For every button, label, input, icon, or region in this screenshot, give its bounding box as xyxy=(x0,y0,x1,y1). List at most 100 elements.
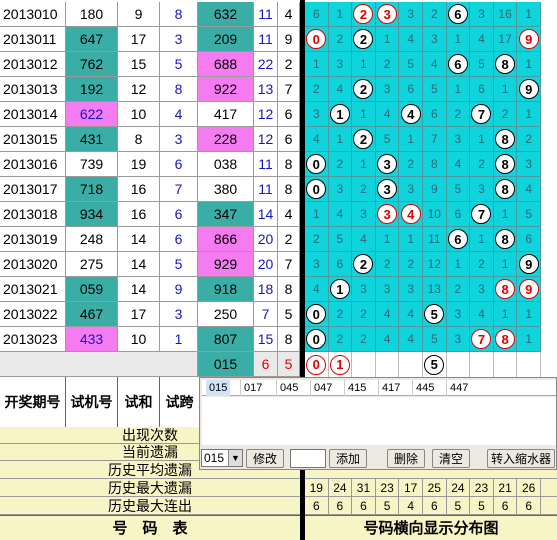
miss-count: 2 xyxy=(383,257,391,271)
combo-item[interactable]: 045 xyxy=(276,380,301,396)
trial-number-cell: 180 xyxy=(66,2,118,27)
distribution-row: 4125173182 xyxy=(305,127,557,152)
miss-count: 1 xyxy=(312,57,320,71)
distribution-cell: 1 xyxy=(517,2,541,27)
miss-count: 1 xyxy=(478,232,485,246)
distribution-cell: 1 xyxy=(375,227,400,252)
distribution-cell: 4 xyxy=(305,127,329,152)
distribution-cell: 11 xyxy=(423,227,447,252)
combo-item[interactable]: 417 xyxy=(378,380,403,396)
value-b-cell: 7 xyxy=(278,77,300,102)
trial-number-cell: 622 xyxy=(66,102,118,127)
trial-sum-cell: 15 xyxy=(118,52,160,77)
distribution-cell: 6 xyxy=(446,52,471,77)
miss-count: 3 xyxy=(430,32,438,46)
combo-item[interactable]: 447 xyxy=(446,380,471,396)
column-header: 试机号 xyxy=(66,377,118,427)
stat-value: 23 xyxy=(470,479,494,497)
distribution-cell: 4 xyxy=(517,177,541,202)
stat-value: 6 xyxy=(423,497,447,515)
miss-count: 2 xyxy=(454,107,462,121)
distribution-cell: 3 xyxy=(328,177,353,202)
combo-item[interactable]: 445 xyxy=(412,380,437,396)
distribution-cell: 2 xyxy=(399,152,423,177)
miss-count: 16 xyxy=(498,7,512,21)
transfer-button[interactable]: 转入缩水器 xyxy=(487,449,555,468)
miss-count: 1 xyxy=(407,132,415,146)
digit-ball: 2 xyxy=(353,4,374,24)
combo-item[interactable]: 017 xyxy=(240,380,265,396)
distribution-row: 0213284283 xyxy=(305,152,557,177)
distribution-cell: 2 xyxy=(423,2,447,27)
combo-list-area[interactable] xyxy=(202,397,556,445)
value-b-cell: 4 xyxy=(278,202,300,227)
miss-count: 6 xyxy=(454,207,462,221)
combo-item[interactable]: 415 xyxy=(344,380,369,396)
trial-number-cell: 275 xyxy=(66,252,118,277)
miss-count: 4 xyxy=(407,307,415,321)
trial-span-cell: 5 xyxy=(160,252,198,277)
miss-count: 1 xyxy=(360,107,367,121)
distribution-cell: 5 xyxy=(375,127,400,152)
digit-ball: 5 xyxy=(424,354,445,375)
period-cell: 2013012 xyxy=(0,52,66,77)
trial-sum-cell: 10 xyxy=(118,327,160,352)
miss-count: 3 xyxy=(478,282,485,296)
chevron-down-icon[interactable]: ▼ xyxy=(228,450,242,466)
pending-cell xyxy=(376,352,400,377)
stat-value: 25 xyxy=(423,479,447,497)
stat-value: 5 xyxy=(447,497,471,515)
stat-value: 5 xyxy=(376,497,400,515)
table-row: 2013013 192 12 8 922 13 7 xyxy=(0,77,300,102)
distribution-cell: 3 xyxy=(352,202,376,227)
miss-count: 1 xyxy=(478,132,485,146)
miss-count: 6 xyxy=(336,257,344,271)
modify-button[interactable]: 修改 xyxy=(246,449,284,468)
miss-count: 4 xyxy=(312,282,320,296)
miss-count: 6 xyxy=(430,107,438,121)
digit-ball: 6 xyxy=(447,4,468,24)
trial-sum-cell: 9 xyxy=(118,2,160,27)
distribution-cell: 1 xyxy=(352,102,376,127)
distribution-cell: 7 xyxy=(470,102,494,127)
miss-count: 4 xyxy=(430,57,438,71)
digit-ball: 3 xyxy=(377,4,398,24)
distribution-cell: 6 xyxy=(328,252,353,277)
distribution-cell: 2 xyxy=(399,252,423,277)
table-row: 2013011 647 17 3 209 11 9 xyxy=(0,27,300,52)
combo-select[interactable]: 015 ▼ xyxy=(201,449,243,467)
distribution-cell: 2 xyxy=(493,102,518,127)
distribution-cell: 2 xyxy=(352,2,376,27)
delete-button[interactable]: 删除 xyxy=(387,449,425,468)
miss-count: 4 xyxy=(407,32,415,46)
stats-value-row: 6665465566 xyxy=(305,497,557,515)
table-row: 2013016 739 19 6 038 11 8 xyxy=(0,152,300,177)
trial-combo-cell: 922 xyxy=(198,77,254,102)
miss-count: 1 xyxy=(336,132,344,146)
distribution-cell: 3 xyxy=(470,2,494,27)
clear-button[interactable]: 清空 xyxy=(432,449,470,468)
stat-value: 19 xyxy=(305,479,329,497)
distribution-cell: 4 xyxy=(305,277,329,302)
combo-item[interactable]: 047 xyxy=(310,380,335,396)
digit-ball: 0 xyxy=(306,29,327,49)
digit-ball: 6 xyxy=(447,54,468,74)
period-cell: 2013015 xyxy=(0,127,66,152)
combo-item[interactable]: 015 xyxy=(206,380,231,396)
distribution-cell: 5 xyxy=(328,227,353,252)
digit-ball: 1 xyxy=(329,104,350,124)
distribution-cell: 5 xyxy=(423,77,447,102)
trial-span-cell: 3 xyxy=(160,302,198,327)
miss-count: 2 xyxy=(336,332,344,346)
digit-ball: 3 xyxy=(377,204,398,224)
miss-count: 1 xyxy=(383,232,391,246)
combo-list[interactable]: 015 017 045 047 415 417 445 447 xyxy=(202,380,556,396)
distribution-cell: 3 xyxy=(352,277,376,302)
distribution-cell: 7 xyxy=(470,202,494,227)
column-header-row: 开奖期号 试机号 试和 试跨 xyxy=(0,377,200,427)
digit-ball: 2 xyxy=(353,29,374,49)
value-input[interactable] xyxy=(290,449,326,468)
add-button[interactable]: 添加 xyxy=(329,449,367,468)
miss-count: 1 xyxy=(454,32,462,46)
miss-count: 2 xyxy=(478,157,485,171)
